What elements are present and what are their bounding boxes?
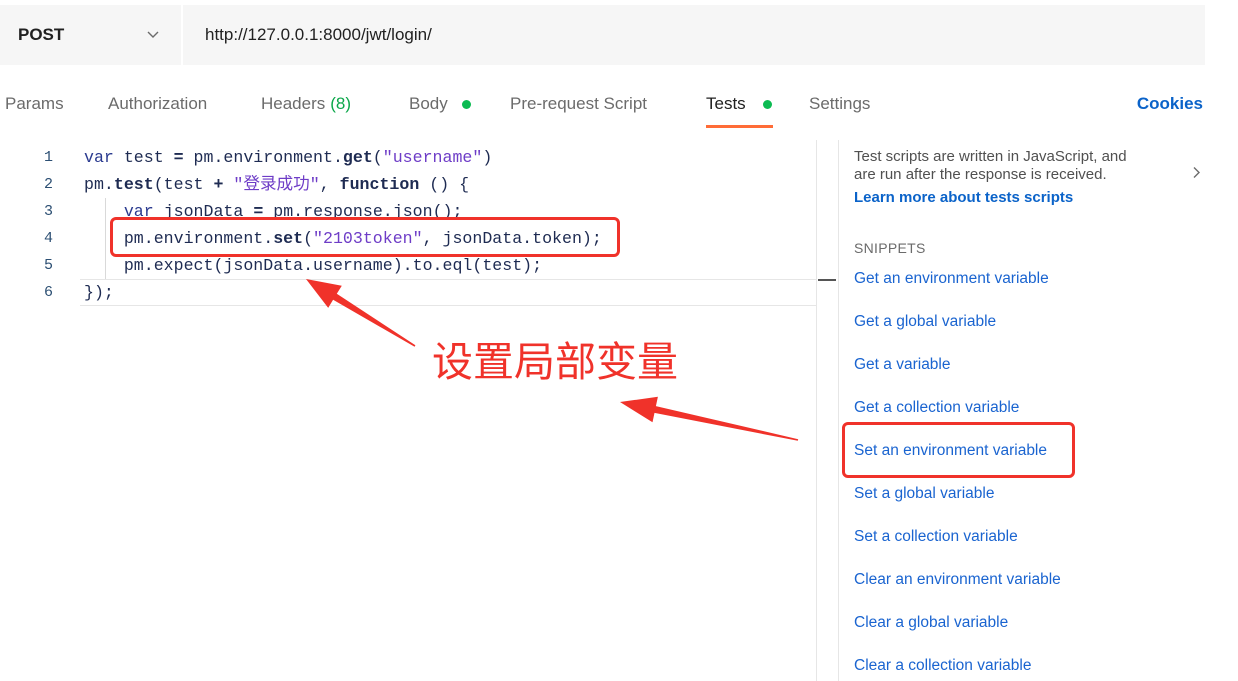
line-number: 3 <box>43 203 53 220</box>
line-number: 2 <box>43 176 53 193</box>
sidebar-description: Test scripts are written in JavaScript, … <box>854 148 1127 183</box>
code-token: get <box>342 148 373 167</box>
snippet-link[interactable]: Get a collection variable <box>854 398 1019 418</box>
snippet-link[interactable]: Clear a global variable <box>854 613 1008 633</box>
chevron-down-icon[interactable] <box>146 30 160 40</box>
snippets-heading: SNIPPETS <box>854 240 926 256</box>
code-token: () { <box>419 175 470 194</box>
snippet-link[interactable]: Set a global variable <box>854 484 994 504</box>
snippet-link[interactable]: Clear an environment variable <box>854 570 1061 590</box>
code-token: (test <box>153 175 214 194</box>
line-number: 5 <box>43 257 53 274</box>
overview-ruler[interactable] <box>816 140 838 681</box>
tab-headers[interactable]: Headers (8) <box>261 94 351 114</box>
tab-body[interactable]: Body <box>409 94 448 114</box>
line-number: 6 <box>43 284 53 301</box>
snippet-link[interactable]: Set a collection variable <box>854 527 1018 547</box>
code-line-6: }); <box>84 279 114 306</box>
overview-ruler-cursor-mark <box>818 279 836 281</box>
snippet-link[interactable]: Get an environment variable <box>854 269 1049 289</box>
status-dot-icon <box>462 100 471 109</box>
snippet-link[interactable]: Get a global variable <box>854 312 996 332</box>
method-selector[interactable]: POST <box>18 25 64 45</box>
code-token: ) <box>482 148 493 167</box>
method-url-divider <box>181 5 183 65</box>
code-token: + <box>213 175 224 194</box>
annotation-label: 设置局部变量 <box>432 339 678 385</box>
code-token: "username" <box>382 148 483 167</box>
cookies-link[interactable]: Cookies <box>1137 94 1203 114</box>
code-token: , <box>319 175 340 194</box>
tab-pre-request-script[interactable]: Pre-request Script <box>510 94 647 114</box>
code-token: test <box>113 148 174 167</box>
code-token: function <box>339 175 420 194</box>
code-token: = <box>173 148 184 167</box>
code-token: var <box>84 148 114 167</box>
code-token: pm.environment. <box>183 148 343 167</box>
code-line-2: pm.test(test + "登录成功", function () { <box>84 171 469 198</box>
snippet-link[interactable]: Get a variable <box>854 355 951 375</box>
code-token: pm.expect(jsonData.username).to.eql(test… <box>84 256 543 275</box>
active-tab-indicator <box>706 125 773 128</box>
annotation-highlight-box-snippet <box>842 422 1075 478</box>
line-number: 4 <box>43 230 53 247</box>
snippet-link[interactable]: Clear a collection variable <box>854 656 1031 676</box>
annotation-highlight-box-code <box>110 217 620 257</box>
url-input[interactable]: http://127.0.0.1:8000/jwt/login/ <box>205 25 432 45</box>
current-line-highlight <box>80 279 816 306</box>
tab-authorization[interactable]: Authorization <box>108 94 207 114</box>
code-token: pm. <box>84 175 114 194</box>
status-dot-icon <box>763 100 772 109</box>
code-line-1: var test = pm.environment.get("username"… <box>84 144 492 171</box>
tab-tests[interactable]: Tests <box>706 94 746 114</box>
learn-more-link[interactable]: Learn more about tests scripts <box>854 189 1073 207</box>
code-token: test <box>113 175 154 194</box>
code-token: }); <box>84 283 114 302</box>
tab-headers-label: Headers <box>261 94 326 113</box>
line-number: 1 <box>43 149 53 166</box>
request-bar: POST http://127.0.0.1:8000/jwt/login/ <box>0 5 1205 65</box>
code-token: "登录成功" <box>233 175 320 194</box>
tab-params[interactable]: Params <box>5 94 64 114</box>
tab-settings[interactable]: Settings <box>809 94 870 114</box>
chevron-right-icon[interactable] <box>1192 166 1201 179</box>
headers-count-badge: (8) <box>330 94 352 113</box>
code-token: ( <box>372 148 383 167</box>
